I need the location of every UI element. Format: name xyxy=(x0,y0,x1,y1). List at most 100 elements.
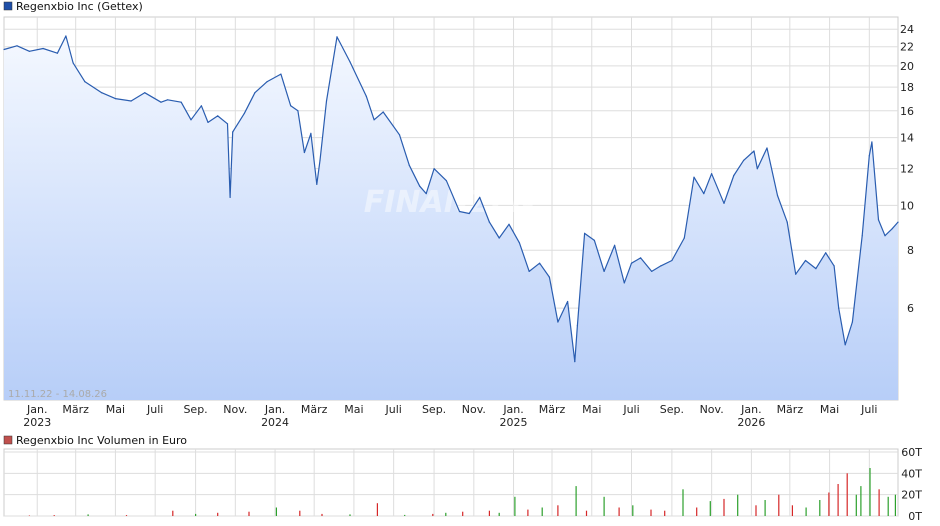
price-point xyxy=(310,132,312,134)
price-point xyxy=(458,210,461,213)
price-point xyxy=(167,99,169,101)
price-point xyxy=(229,196,231,198)
volume-legend-label: Regenxbio Inc Volumen in Euro xyxy=(16,434,187,447)
x-tick-label: Sep. xyxy=(183,403,207,416)
volume-bar xyxy=(541,507,543,516)
price-point xyxy=(28,50,30,52)
x-tick-year-label: 2024 xyxy=(261,416,289,429)
price-point xyxy=(851,321,854,323)
price-point xyxy=(16,45,18,47)
price-point xyxy=(825,252,827,254)
x-tick-label: Juli xyxy=(146,403,163,416)
price-point xyxy=(65,35,67,37)
volume-bar xyxy=(195,513,197,516)
price-point xyxy=(574,361,576,363)
price-point xyxy=(445,180,447,182)
x-axis: Jan.2023März Mai Juli Sep. Nov. Jan.2024März M… xyxy=(23,403,877,429)
volume-bar xyxy=(376,503,378,516)
volume-bar xyxy=(299,510,301,516)
volume-bar xyxy=(878,489,880,516)
y-tick-label: 20 xyxy=(900,60,914,73)
date-range-label: 11.11.22 - 14.08.26 xyxy=(8,389,107,400)
price-point xyxy=(488,221,490,223)
price-point xyxy=(877,219,880,221)
price-point xyxy=(114,98,116,100)
volume-bar xyxy=(498,512,500,516)
price-point xyxy=(419,185,421,187)
price-point xyxy=(593,239,596,241)
x-tick-label: Nov. xyxy=(223,403,247,416)
y-tick-label: 8 xyxy=(907,244,914,257)
volume-bar xyxy=(557,505,559,516)
price-point xyxy=(671,259,673,262)
price-point xyxy=(3,48,5,51)
price-point xyxy=(349,61,351,63)
x-tick-label: Jan. xyxy=(264,403,285,416)
price-point xyxy=(838,307,840,309)
x-tick-label: Jan. xyxy=(740,403,761,416)
volume-bar xyxy=(664,510,666,516)
price-point xyxy=(804,259,807,262)
volume-bar xyxy=(432,513,434,516)
volume-bar xyxy=(125,515,128,516)
volume-bar xyxy=(53,515,55,516)
price-point xyxy=(200,105,202,107)
price-point xyxy=(743,159,745,161)
price-point xyxy=(232,131,234,133)
volume-bar xyxy=(778,494,780,516)
volume-bar xyxy=(514,496,516,516)
price-point xyxy=(630,262,633,264)
price-point xyxy=(576,325,579,327)
volume-bar xyxy=(28,515,30,516)
price-point xyxy=(815,268,817,270)
volume-y-tick-label: 0T xyxy=(908,510,922,523)
price-point xyxy=(226,123,229,125)
x-tick-label: Juli xyxy=(384,403,401,416)
volume-bar xyxy=(828,492,830,516)
x-tick-label: Juli xyxy=(622,403,639,416)
price-point xyxy=(891,228,893,230)
price-point xyxy=(290,105,292,107)
price-point xyxy=(623,282,625,284)
volume-panel: Regenxbio Inc Volumen in Euro 0T 20T 40T 60… xyxy=(3,434,922,523)
volume-bar xyxy=(585,510,588,516)
price-point xyxy=(548,276,551,278)
x-tick-label: Sep. xyxy=(660,403,684,416)
price-point xyxy=(207,121,209,123)
volume-y-tick-label: 40T xyxy=(901,467,922,480)
volume-legend-marker xyxy=(3,435,13,445)
volume-bar xyxy=(349,514,351,516)
price-point xyxy=(518,242,521,244)
price-point xyxy=(297,110,299,112)
price-point xyxy=(844,344,846,346)
x-tick-label: Jan. xyxy=(502,403,523,416)
price-point xyxy=(603,270,605,272)
volume-bar xyxy=(723,498,725,516)
price-point xyxy=(325,100,328,102)
price-point xyxy=(160,101,162,103)
volume-bar xyxy=(860,486,862,516)
x-tick-label: Nov. xyxy=(700,403,724,416)
price-point xyxy=(190,119,192,121)
price-point xyxy=(180,101,182,103)
volume-bar xyxy=(869,468,871,516)
price-point xyxy=(303,151,305,154)
price-point xyxy=(723,202,725,204)
volume-y-axis: 0T 20T 40T 60T xyxy=(901,446,922,523)
price-point xyxy=(640,257,642,259)
price-point xyxy=(408,164,410,166)
price-point xyxy=(567,300,569,303)
x-tick-label: Sep. xyxy=(422,403,446,416)
price-legend-marker xyxy=(3,1,13,11)
price-point xyxy=(365,95,367,97)
price-point xyxy=(433,168,435,170)
price-point xyxy=(614,244,616,246)
x-tick-label: März xyxy=(301,403,328,416)
price-point xyxy=(72,62,74,64)
price-point xyxy=(651,270,653,272)
price-point xyxy=(425,193,427,195)
volume-bar xyxy=(527,509,529,516)
price-point xyxy=(528,270,530,272)
price-point xyxy=(776,194,779,197)
price-point xyxy=(683,237,685,239)
